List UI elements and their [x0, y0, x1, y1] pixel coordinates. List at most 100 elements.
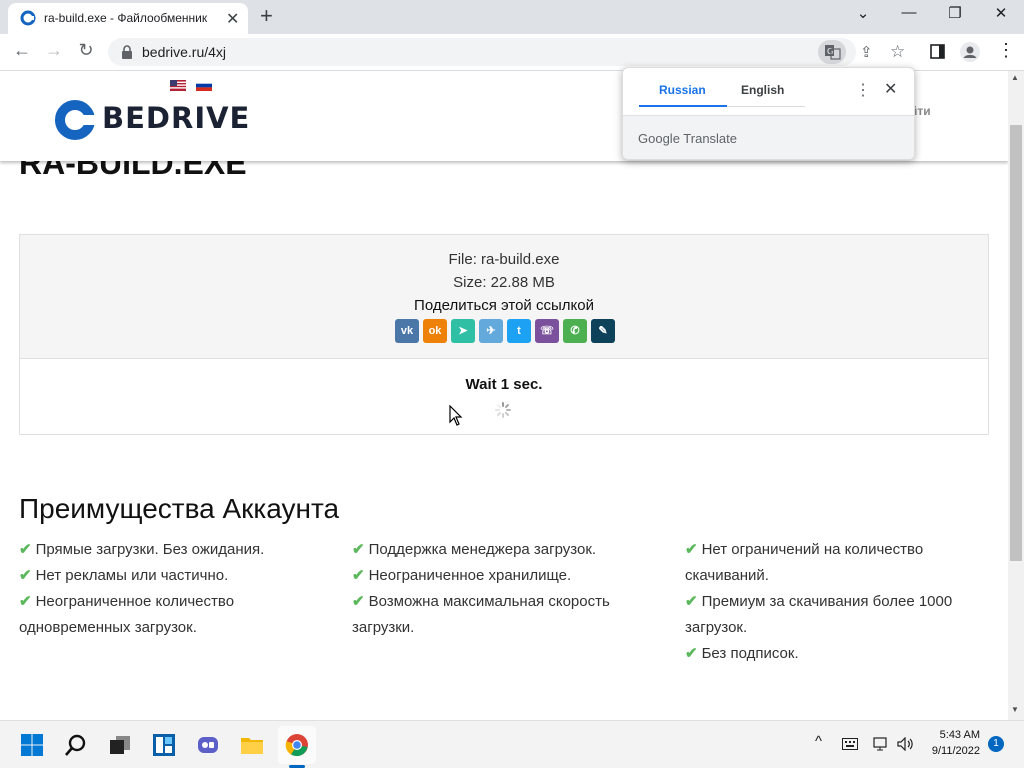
notification-badge[interactable]: 1 [988, 736, 1004, 752]
page-scrollbar[interactable]: ▲ ▼ [1008, 71, 1024, 720]
translate-footer: Google Translate [623, 115, 914, 159]
vk-share-icon[interactable]: vk [395, 319, 419, 343]
tray-chevron-icon[interactable]: ^ [815, 733, 822, 750]
advantage-item: ✔ Нет рекламы или частично. [19, 563, 319, 589]
chrome-menu-icon[interactable]: ⋮ [997, 40, 1015, 61]
advantage-text: Поддержка менеджера загрузок. [368, 541, 597, 558]
translate-popup: Russian English ⋮ ✕ Google Translate [622, 67, 915, 160]
tab-russian[interactable]: Russian [659, 83, 706, 97]
reload-button[interactable]: ↻ [74, 40, 98, 61]
scroll-up-arrow-icon[interactable]: ▲ [1011, 73, 1019, 82]
check-icon: ✔ [19, 541, 32, 558]
profile-avatar-icon[interactable] [960, 42, 980, 62]
back-button[interactable]: ← [10, 40, 34, 61]
advantage-item: ✔ Поддержка менеджера загрузок. [352, 537, 652, 563]
twitter-share-icon[interactable]: t [507, 319, 531, 343]
tab-search-button[interactable]: ⌄ [840, 4, 886, 22]
translate-icon[interactable]: G [818, 40, 846, 64]
page-content: BEDRIVE йти RA-BUILD.EXE File: ra-build.… [0, 71, 1008, 720]
check-icon: ✔ [19, 593, 32, 610]
advantage-text: Возможна максимальная скорость загрузки. [352, 593, 610, 636]
share-page-icon[interactable]: ⇪ [860, 43, 873, 61]
file-name-line: File: ra-build.exe [448, 251, 560, 268]
keyboard-icon[interactable] [842, 738, 858, 750]
file-download-box: File: ra-build.exe Size: 22.88 MB Подели… [19, 234, 989, 435]
file-size-line: Size: 22.88 MB [453, 274, 555, 291]
advantage-text: Без подписок. [701, 645, 799, 662]
forward-button[interactable]: → [42, 40, 66, 61]
advantage-item: ✔ Прямые загрузки. Без ожидания. [19, 537, 319, 563]
whatsapp-share-icon[interactable]: ✆ [563, 319, 587, 343]
file-explorer-icon[interactable] [240, 733, 264, 757]
advantage-item: ✔ Без подписок. [685, 641, 985, 667]
search-icon[interactable] [64, 733, 88, 757]
logo-text: BEDRIVE [102, 101, 251, 135]
maximize-button[interactable]: ❐ [932, 4, 978, 22]
advantage-text: Прямые загрузки. Без ожидания. [35, 541, 265, 558]
viber-share-icon[interactable]: ☏ [535, 319, 559, 343]
odnoklassniki-share-icon[interactable]: ok [423, 319, 447, 343]
translate-close-icon[interactable]: ✕ [884, 79, 897, 99]
advantage-item: ✔ Неограниченное хранилище. [352, 563, 652, 589]
translate-menu-icon[interactable]: ⋮ [855, 80, 871, 100]
advantage-item: ✔ Неограниченное количество одновременных… [19, 589, 319, 641]
side-panel-icon[interactable] [930, 44, 945, 59]
clock-time[interactable]: 5:43 AM [928, 729, 980, 741]
check-icon: ✔ [685, 593, 698, 610]
browser-toolbar: ← → ↻ bedrive.ru/4xj G ⇪ ☆ ⋮ [0, 34, 1024, 71]
address-bar[interactable]: bedrive.ru/4xj G ⇪ ☆ [108, 38, 905, 66]
tab-close-icon[interactable]: ✕ [226, 9, 239, 29]
ru-flag-icon[interactable] [196, 80, 212, 91]
check-icon: ✔ [352, 593, 365, 610]
check-icon: ✔ [352, 567, 365, 584]
yandex-message-share-icon[interactable]: ➤ [451, 319, 475, 343]
advantage-text: Неограниченное хранилище. [368, 567, 572, 584]
google-translate-label: Google Translate [638, 131, 738, 146]
us-flag-icon[interactable] [170, 80, 186, 91]
tab-strip: ra-build.exe - Файлообменник ✕ + ⌄ — ❐ ✕ [0, 0, 1024, 34]
minimize-button[interactable]: — [886, 4, 932, 21]
clock-date[interactable]: 9/11/2022 [920, 745, 980, 757]
new-tab-button[interactable]: + [260, 5, 273, 27]
advantages-column-3: ✔ Нет ограничений на количество скачивани… [685, 537, 985, 667]
advantage-item: ✔ Возможна максимальная скорость загрузки… [352, 589, 652, 641]
bedrive-logo[interactable]: BEDRIVE [54, 99, 264, 143]
tab-english[interactable]: English [741, 83, 784, 97]
close-window-button[interactable]: ✕ [978, 4, 1024, 22]
windows-start-icon[interactable] [20, 733, 44, 757]
bookmark-star-icon[interactable]: ☆ [890, 42, 905, 62]
scroll-down-arrow-icon[interactable]: ▼ [1011, 705, 1019, 714]
chrome-icon[interactable] [285, 733, 309, 757]
advantage-text: Неограниченное количество одновременных … [19, 593, 235, 636]
svg-text:G: G [827, 47, 833, 56]
advantage-text: Нет рекламы или частично. [35, 567, 229, 584]
windows-taskbar: ^ 5:43 AM 9/11/2022 1 [0, 720, 1024, 768]
share-buttons: vk ok ➤ ✈ t ☏ ✆ ✎ [395, 319, 615, 343]
check-icon: ✔ [352, 541, 365, 558]
network-icon[interactable] [873, 737, 889, 751]
browser-tab[interactable]: ra-build.exe - Файлообменник ✕ [8, 3, 248, 34]
file-info-panel: File: ra-build.exe Size: 22.88 MB Подели… [20, 235, 988, 359]
advantage-item: ✔ Нет ограничений на количество скачивани… [685, 537, 985, 589]
advantage-item: ✔ Премиум за скачивания более 1000 загруз… [685, 589, 985, 641]
scroll-thumb[interactable] [1010, 125, 1022, 561]
advantages-column-1: ✔ Прямые загрузки. Без ожидания. ✔ Нет рекл… [19, 537, 319, 641]
share-label: Поделиться этой ссылкой [414, 297, 594, 314]
advantages-title: Преимущества Аккаунта [19, 493, 340, 524]
teams-chat-icon[interactable] [196, 733, 220, 757]
bedrive-favicon-icon [20, 10, 36, 26]
advantages-column-2: ✔ Поддержка менеджера загрузок. ✔ Неогранич… [352, 537, 652, 641]
widgets-icon[interactable] [152, 733, 176, 757]
check-icon: ✔ [685, 541, 698, 558]
check-icon: ✔ [685, 645, 698, 662]
telegram-share-icon[interactable]: ✈ [479, 319, 503, 343]
wait-countdown: Wait 1 sec. [465, 376, 543, 393]
task-view-icon[interactable] [108, 733, 132, 757]
tab-title: ra-build.exe - Файлообменник [44, 11, 208, 25]
livejournal-share-icon[interactable]: ✎ [591, 319, 615, 343]
lock-icon[interactable] [120, 44, 134, 60]
volume-icon[interactable] [897, 737, 915, 751]
check-icon: ✔ [19, 567, 32, 584]
mouse-cursor-icon [449, 405, 463, 426]
url-text[interactable]: bedrive.ru/4xj [142, 44, 226, 60]
